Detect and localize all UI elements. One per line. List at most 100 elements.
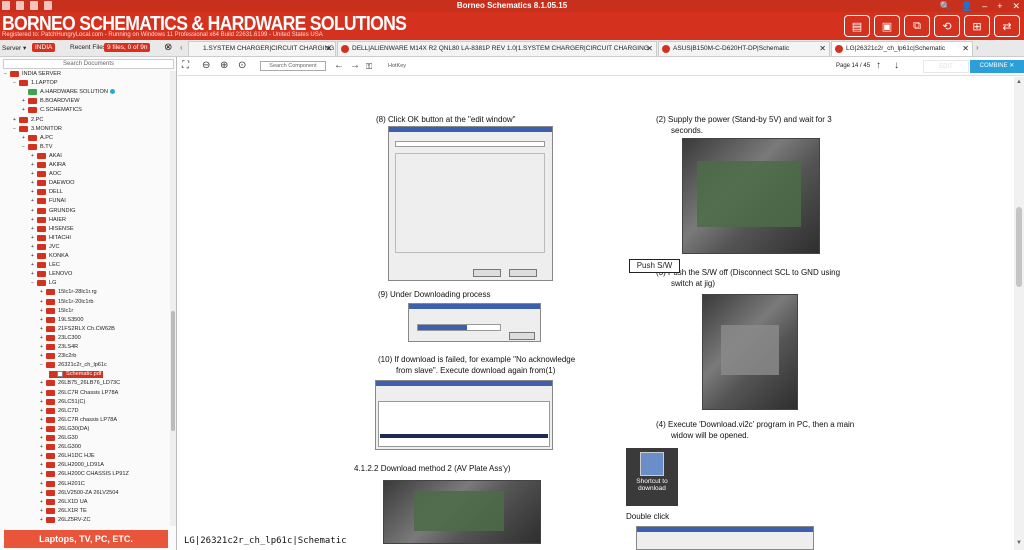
tree-item[interactable]: +26LH2000_LD91A (40, 462, 104, 469)
user-icon[interactable]: 👤 (961, 0, 972, 12)
tree-item[interactable]: +15lc1r (40, 307, 73, 315)
tree-item[interactable]: + KONKA (31, 253, 69, 260)
tree-item[interactable]: + JVC (31, 243, 60, 251)
tree-item[interactable]: + HISENSE (31, 225, 74, 233)
tree-item[interactable]: + AOC (31, 171, 61, 178)
tree-item[interactable]: − B.TV (22, 143, 52, 151)
tree-item[interactable]: +26LH200C CHASSIS LP91Z (40, 471, 129, 478)
tree-item[interactable]: + AKIRA (31, 162, 66, 169)
zoom-in-icon[interactable]: ⊕ (220, 60, 228, 71)
pdf-viewer[interactable] (178, 77, 1014, 550)
recent-files-label[interactable]: Recent Files (70, 44, 106, 51)
tree-item[interactable]: +26LZ5RV-ZC (40, 516, 91, 524)
tree-item[interactable]: + LENOVO (31, 271, 72, 278)
scrollbar-thumb[interactable] (1016, 207, 1022, 287)
tree-item[interactable]: A.HARDWARE SOLUTION (22, 89, 115, 96)
tree-item[interactable]: + B.BOARDVIEW (22, 98, 79, 105)
tree-item[interactable]: + AKAI (31, 152, 62, 160)
search-component-input[interactable]: Search Component (260, 61, 326, 71)
copy-button[interactable]: ⧉ (904, 15, 930, 37)
tab-scroll-left-icon[interactable]: ‹ (180, 43, 183, 52)
search-icon[interactable]: 🔍 (940, 0, 951, 12)
tree-item[interactable]: −26321c2r_ch_lp61c (40, 362, 107, 369)
back-arrow-icon[interactable]: ← (334, 60, 344, 71)
tree-item[interactable]: +26LG300 (40, 444, 81, 451)
refresh-button[interactable]: ⟲ (934, 15, 960, 37)
scroll-up-icon[interactable]: ▲ (1016, 79, 1022, 85)
zoom-target-icon[interactable]: ⊙ (238, 60, 246, 71)
tree-item[interactable]: + DELL (31, 189, 63, 196)
tree-item[interactable]: + C.SCHEMATICS (22, 107, 82, 114)
tree-item[interactable]: + DAEWOO (31, 180, 74, 187)
tree-item[interactable]: −1.LAPTOP (13, 80, 58, 87)
tree-item[interactable]: + A.PC (22, 134, 53, 142)
tree-item[interactable]: +15lc1r-20lc1rb (40, 298, 93, 306)
screen-button[interactable]: ▣ (874, 15, 900, 37)
tree-item[interactable]: +21FS2RLX Ch.CW62B (40, 325, 115, 333)
tree-item[interactable]: −3.MONITOR (13, 125, 62, 133)
minimize-button[interactable]: – (982, 0, 987, 12)
tree-item[interactable]: +2.PC (13, 116, 43, 124)
tab-close-icon[interactable]: ✕ (819, 42, 826, 56)
scrollbar-thumb[interactable] (171, 311, 175, 431)
close-all-icon[interactable]: ⊗ (164, 42, 172, 53)
tab-system-charger[interactable]: 1.SYSTEM CHARGER|CIRCUIT CHARGING ✕ (188, 41, 336, 56)
tree-item[interactable]: +26LX1D UA (40, 498, 88, 506)
tree-item[interactable]: +26LB75_26LB76_LD73C (40, 380, 120, 387)
fit-page-icon[interactable]: ⛶ (182, 60, 189, 71)
combine-button[interactable]: COMBINE ✕ (970, 60, 1024, 73)
tree-item[interactable]: +23LS4R (40, 344, 78, 351)
tab-asus-b150m[interactable]: ASUS|B150M-C-D620HT-DP|Schematic ✕ (658, 41, 830, 56)
tree-item[interactable]: − INDIA SERVER (4, 71, 61, 78)
sidebar-scrollbar[interactable] (170, 71, 176, 526)
server-badge[interactable]: INDIA (32, 43, 56, 52)
tree-item[interactable]: +26LC7R Chassis LP78A (40, 389, 118, 397)
tree-item[interactable]: +26LH201C (40, 480, 85, 488)
page-down-icon[interactable]: ↓ (894, 60, 899, 71)
tree-item[interactable]: + GRUNDIG (31, 207, 75, 215)
hotkey-label[interactable]: HotKey (388, 63, 406, 69)
tree-item[interactable]: + HAIER (31, 216, 66, 224)
calculator-button[interactable]: ▤ (844, 15, 870, 37)
tab-scroll-right-icon[interactable]: › (976, 43, 979, 52)
tree-item[interactable]: +23lc2rb (40, 353, 76, 360)
tree-item-label: 26LH1DC HJE (58, 453, 95, 460)
search-documents-input[interactable]: Search Documents (3, 59, 174, 69)
tab-close-icon[interactable]: ✕ (646, 42, 653, 56)
forward-arrow-icon[interactable]: → (350, 60, 360, 71)
tree-item[interactable]: +26LG30 (40, 435, 78, 442)
progress-screenshot (408, 303, 541, 342)
files-count-badge[interactable]: 9 files, 0 of 9n (104, 43, 151, 52)
tree-item[interactable]: +26LG30(DA) (40, 425, 89, 433)
page-up-icon[interactable]: ↑ (876, 60, 881, 71)
tree-item[interactable]: +26LV2500-ZA 26LV2504 (40, 489, 118, 497)
tree-item[interactable]: +26LC7D (40, 407, 79, 415)
tree-item[interactable]: +23LC300 (40, 334, 81, 342)
tree-item[interactable]: +19LS3500 (40, 316, 84, 324)
server-label[interactable]: Server ▾ (2, 44, 26, 52)
close-button[interactable]: ✕ (1012, 0, 1020, 12)
tab-close-icon[interactable]: ✕ (325, 42, 332, 56)
tree-item[interactable]: − LG (31, 280, 56, 287)
tree-item-selected[interactable]: Schematic.pdf (49, 371, 104, 379)
maximize-button[interactable]: + (997, 0, 1002, 12)
tree-item[interactable]: + FUNAI (31, 198, 66, 205)
tree-item[interactable]: + HITACHI (31, 234, 71, 242)
key-icon[interactable]: ⚿ (366, 62, 372, 72)
category-button[interactable]: Laptops, TV, PC, ETC. (4, 530, 168, 548)
edit-button[interactable]: EDIT (923, 60, 969, 73)
tree-item[interactable]: +26LC51(C) (40, 398, 85, 406)
tree-item[interactable]: + LEC (31, 262, 60, 269)
viewer-scrollbar[interactable]: ▲ ▼ (1014, 77, 1024, 550)
tree-item[interactable]: +26LH1DC HJE (40, 453, 95, 460)
tree-item[interactable]: +26LC7R chassis LP78A (40, 416, 117, 424)
tab-dell-alienware[interactable]: DELL|ALIENWARE M14X R2 QNL80 LA-8381P RE… (337, 41, 657, 56)
zoom-out-icon[interactable]: ⊖ (202, 60, 210, 71)
scroll-down-icon[interactable]: ▼ (1016, 540, 1022, 546)
tree-item[interactable]: +15lc1r-28lc1r.rg (40, 289, 97, 296)
tab-lg-schematic[interactable]: LG|26321c2r_ch_lp61c|Schematic ✕ (831, 41, 973, 56)
tree-item[interactable]: +26LX1R TE (40, 507, 87, 515)
tab-close-icon[interactable]: ✕ (962, 42, 969, 56)
swap-button[interactable]: ⇄ (994, 15, 1020, 37)
grid-button[interactable]: ⊞ (964, 15, 990, 37)
